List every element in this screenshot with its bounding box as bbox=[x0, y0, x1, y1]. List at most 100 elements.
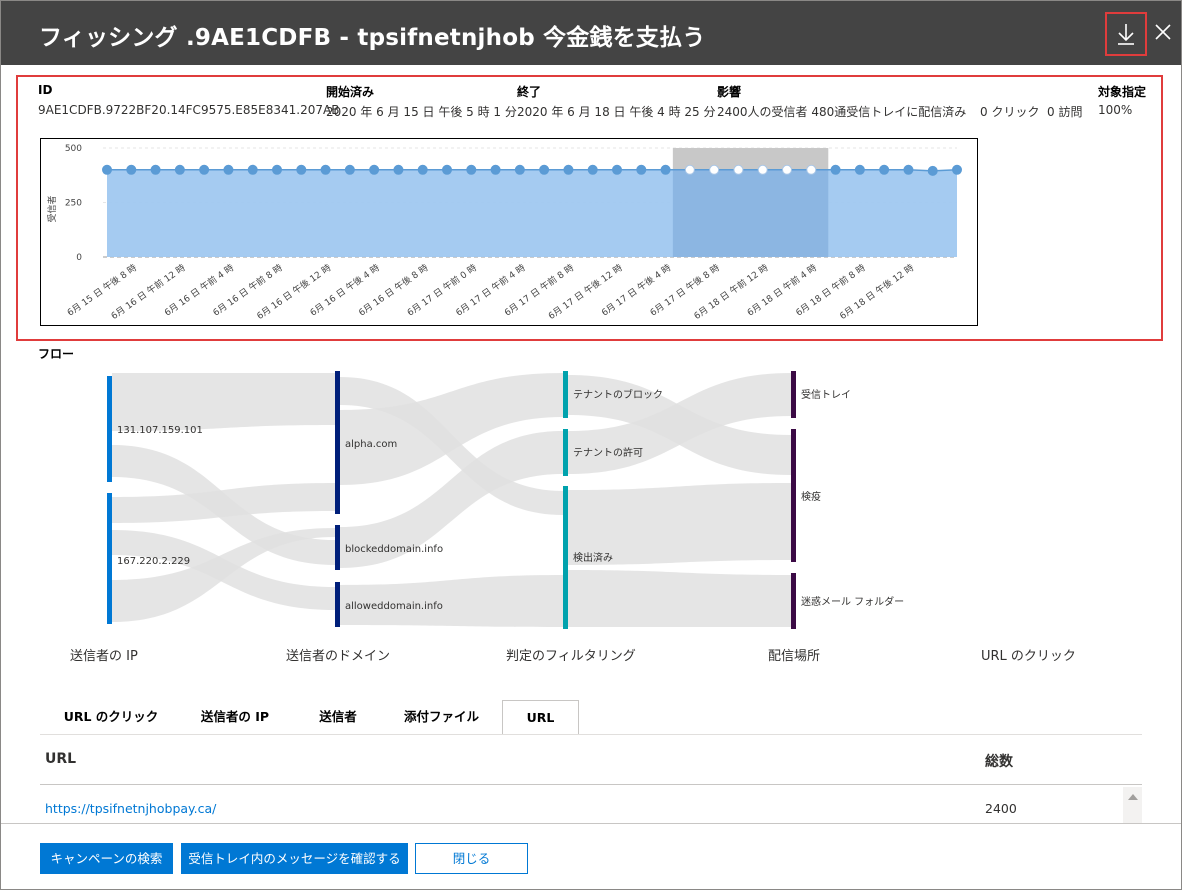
series-area bbox=[107, 169, 957, 257]
start-value: 2020 年 6 月 15 日 午後 5 時 1 分 bbox=[326, 105, 517, 119]
tab-senders[interactable]: 送信者 bbox=[302, 700, 374, 735]
y-tick-label: 0 bbox=[76, 253, 82, 263]
data-point bbox=[126, 164, 137, 175]
data-point bbox=[806, 164, 817, 175]
data-point bbox=[539, 164, 550, 175]
tab-divider bbox=[40, 734, 1142, 735]
end-value: 2020 年 6 月 18 日 午後 4 時 25 分 bbox=[517, 105, 716, 119]
footer bbox=[1, 823, 1181, 889]
data-point bbox=[782, 164, 792, 175]
data-point bbox=[927, 165, 938, 176]
data-point bbox=[612, 164, 622, 175]
flow-node-label: 検出済み bbox=[573, 551, 613, 564]
flow-node-label: テナントの許可 bbox=[573, 446, 643, 459]
start-label: 開始済み bbox=[326, 85, 375, 99]
url-count: 2400 bbox=[985, 801, 1017, 816]
flow-link bbox=[568, 570, 791, 627]
stage-sender-domain: 送信者のドメイン bbox=[286, 649, 391, 664]
stage-sender-ip: 送信者の IP bbox=[70, 649, 138, 664]
flow-node-label: alloweddomain.info bbox=[345, 601, 443, 612]
download-button[interactable] bbox=[1105, 12, 1147, 56]
check-inbox-button[interactable]: 受信トレイ内のメッセージを確認する bbox=[181, 843, 408, 874]
data-point bbox=[466, 164, 477, 175]
title-bar: フィッシング .9AE1CDFB - tpsifnetnjhob 今金銭を支払う bbox=[1, 1, 1181, 65]
close-button[interactable] bbox=[1151, 18, 1177, 48]
stage-url-click: URL のクリック bbox=[981, 649, 1076, 664]
data-point bbox=[320, 164, 331, 175]
flow-node-label: テナントのブロック bbox=[573, 388, 663, 401]
flow-node-label: 167.220.2.229 bbox=[117, 556, 190, 567]
y-axis-label: 受信者 bbox=[46, 195, 58, 222]
flow-node-alpha bbox=[335, 371, 340, 514]
data-point bbox=[952, 164, 962, 175]
x-tick-label: 6月 18 日 午後 12 時 bbox=[837, 262, 916, 322]
tab-url[interactable]: URL bbox=[502, 700, 579, 735]
y-tick-label: 250 bbox=[65, 199, 82, 209]
data-point bbox=[490, 164, 501, 175]
end-label: 終了 bbox=[517, 85, 542, 99]
data-point bbox=[272, 164, 282, 175]
data-point bbox=[636, 164, 647, 175]
data-point bbox=[150, 164, 161, 175]
flow-node-quarantine bbox=[791, 429, 796, 562]
data-point bbox=[563, 164, 574, 175]
data-point bbox=[247, 164, 258, 175]
flow-node-detected bbox=[563, 486, 568, 629]
data-point bbox=[223, 164, 234, 175]
stage-location: 配信場所 bbox=[768, 649, 821, 664]
data-point bbox=[199, 164, 210, 175]
flow-node-inbox bbox=[791, 371, 796, 418]
flow-link bbox=[112, 483, 335, 523]
recipients-chart: 0 250 500 受信者 6月 15 日 午後 8 時 6月 16 日 午前 12 時6… bbox=[40, 138, 978, 326]
search-campaign-button[interactable]: キャンペーンの検索 bbox=[40, 843, 173, 874]
download-icon bbox=[1118, 24, 1134, 45]
data-point bbox=[709, 164, 720, 175]
data-point bbox=[757, 164, 768, 175]
page-title: フィッシング .9AE1CDFB - tpsifnetnjhob 今金銭を支払う bbox=[39, 25, 706, 51]
data-point bbox=[903, 164, 914, 175]
tab-sender-ip[interactable]: 送信者の IP bbox=[190, 700, 280, 735]
recipients-chart-svg: 0250500受信者6月 15 日 午後 8 時6月 16 日 午前 12 時6… bbox=[46, 144, 962, 322]
data-point bbox=[514, 164, 525, 175]
flow-node-blocked bbox=[335, 525, 340, 570]
id-label: ID bbox=[38, 83, 53, 97]
y-tick-label: 500 bbox=[65, 144, 82, 154]
flow-node-ip2 bbox=[107, 493, 112, 624]
header-divider bbox=[40, 784, 1142, 785]
data-point bbox=[684, 164, 695, 175]
flow-node-label: alpha.com bbox=[345, 439, 397, 450]
stage-verdict: 判定のフィルタリング bbox=[506, 649, 636, 664]
column-header-count[interactable]: 総数 bbox=[985, 751, 1013, 771]
data-point bbox=[830, 164, 841, 175]
highlight-area bbox=[672, 169, 829, 257]
url-link[interactable]: https://tpsifnetnjhobpay.ca/ bbox=[45, 801, 216, 816]
targeting-label: 対象指定 bbox=[1098, 85, 1147, 99]
data-point bbox=[344, 164, 355, 175]
data-point bbox=[102, 164, 112, 175]
data-point bbox=[296, 164, 307, 175]
tab-url-clicks[interactable]: URL のクリック bbox=[54, 700, 168, 735]
column-header-url[interactable]: URL bbox=[45, 751, 76, 767]
data-point bbox=[393, 164, 404, 175]
data-point bbox=[879, 164, 890, 175]
scrollbar-up-arrow[interactable] bbox=[1123, 787, 1142, 823]
data-point bbox=[660, 164, 671, 175]
data-point bbox=[417, 164, 428, 175]
id-value: 9AE1CDFB.9722BF20.14FC9575.E85E8341.207A… bbox=[38, 103, 340, 117]
tab-attachments[interactable]: 添付ファイル bbox=[395, 700, 488, 735]
data-point bbox=[369, 164, 380, 175]
close-icon bbox=[1155, 24, 1171, 40]
flow-node-label: 受信トレイ bbox=[801, 389, 851, 401]
close-dialog-button[interactable]: 閉じる bbox=[415, 843, 528, 874]
data-point bbox=[442, 164, 452, 175]
visits-value: 0 訪問 bbox=[1047, 105, 1083, 119]
flow-link bbox=[112, 373, 335, 431]
flow-node-junk bbox=[791, 573, 796, 629]
flow-node-label: blockeddomain.info bbox=[345, 544, 443, 555]
flow-node-ip1 bbox=[107, 376, 112, 482]
flow-title: フロー bbox=[38, 347, 75, 361]
clicks-value: 0 クリック bbox=[980, 105, 1040, 119]
flow-node-allowed bbox=[335, 582, 340, 627]
data-point bbox=[174, 164, 185, 175]
flow-node-label: 131.107.159.101 bbox=[117, 425, 203, 436]
